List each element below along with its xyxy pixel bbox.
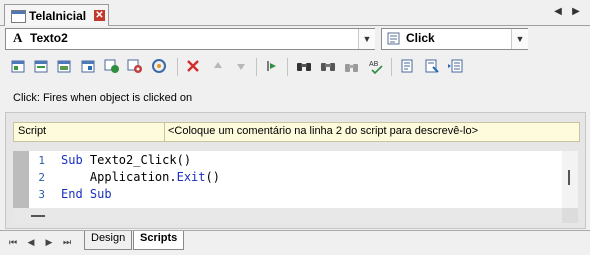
scrollbar-thumb[interactable] (31, 215, 45, 217)
find-icon[interactable] (296, 58, 312, 74)
text-object-icon: A (13, 30, 23, 45)
insert-method-icon[interactable] (56, 58, 72, 74)
code-keyword: End (61, 187, 83, 201)
next-tab-icon[interactable]: ▶ (43, 236, 55, 248)
tab-design[interactable]: Design (84, 231, 133, 250)
code-keyword: Sub (61, 153, 83, 167)
chevron-down-icon[interactable]: ▼ (511, 29, 528, 49)
spell-check-icon[interactable]: AB (368, 58, 384, 74)
goto-icon[interactable] (264, 58, 280, 74)
document-tab[interactable]: TelaInicial ✕ (4, 4, 109, 26)
settings-icon[interactable] (127, 58, 143, 74)
move-down-icon[interactable] (233, 58, 249, 74)
divider (164, 123, 165, 141)
document-icon (11, 10, 26, 23)
event-description: Click: Fires when object is clicked on (13, 92, 193, 104)
scrollbar-corner (562, 208, 578, 223)
line-number: 2 (38, 171, 45, 184)
scrollbar-thumb[interactable] (568, 170, 570, 185)
code-line[interactable]: Sub Texto2_Click() (61, 153, 191, 167)
code-line[interactable]: End Sub (61, 187, 112, 201)
event-selector[interactable]: Click ▼ (381, 28, 528, 50)
code-editor[interactable]: 1 2 3 Sub Texto2_Click() Application.Exi… (13, 151, 578, 208)
script-toolbar: AB (0, 54, 590, 80)
code-text: Application. (89, 170, 177, 184)
event-selector-value: Click (406, 31, 435, 45)
chevron-down-icon[interactable]: ▼ (358, 29, 375, 49)
editor-gutter (13, 151, 29, 208)
insert-object-icon[interactable] (80, 58, 96, 74)
close-icon[interactable]: ✕ (94, 10, 105, 21)
code-line[interactable]: Application.Exit() (61, 170, 220, 184)
object-selector-value: Texto2 (30, 31, 68, 45)
event-icon[interactable] (151, 58, 167, 74)
script-comment-value: <Coloque um comentário na linha 2 do scr… (168, 125, 479, 137)
event-icon (387, 32, 400, 45)
uncomment-icon[interactable] (424, 58, 440, 74)
horizontal-scrollbar[interactable] (13, 208, 578, 223)
tab-prev-icon[interactable]: ◀ (551, 5, 565, 19)
toolbar-separator (391, 58, 392, 76)
code-keyword: Exit (176, 170, 206, 184)
toolbar-separator (287, 58, 288, 76)
find-replace-icon[interactable] (320, 58, 336, 74)
tab-scripts[interactable]: Scripts (133, 231, 185, 250)
code-text: () (205, 170, 220, 184)
code-text: Texto2_Click() (82, 153, 192, 167)
tab-next-icon[interactable]: ▶ (569, 5, 583, 19)
script-comment-key: Script (18, 125, 47, 137)
toolbar-separator (177, 58, 178, 76)
object-selector[interactable]: A Texto2 ▼ (5, 28, 375, 50)
app-browser-icon[interactable] (104, 58, 120, 74)
view-tab-bar: ⏮ ◀ ▶ ⏭ Design Scripts (0, 230, 590, 255)
first-tab-icon[interactable]: ⏮ (7, 236, 19, 248)
line-number: 1 (38, 154, 45, 167)
document-tab-strip: TelaInicial ✕ ◀ ▶ (0, 0, 590, 26)
move-up-icon[interactable] (210, 58, 226, 74)
comment-icon[interactable] (400, 58, 416, 74)
previous-tab-icon[interactable]: ◀ (25, 236, 37, 248)
insert-property-icon[interactable] (33, 58, 49, 74)
code-keyword: Sub (89, 187, 112, 201)
document-tab-label: TelaInicial (29, 9, 87, 23)
delete-icon[interactable] (185, 58, 201, 74)
svg-text:AB: AB (369, 61, 379, 68)
vertical-scrollbar[interactable] (562, 151, 578, 208)
indent-icon[interactable] (448, 58, 464, 74)
last-tab-icon[interactable]: ⏭ (61, 236, 73, 248)
insert-icon[interactable] (10, 58, 26, 74)
line-number: 3 (38, 188, 45, 201)
script-comment-row: Script <Coloque um comentário na linha 2… (13, 122, 580, 142)
toolbar-separator (256, 58, 257, 76)
find-next-icon[interactable] (344, 58, 360, 74)
